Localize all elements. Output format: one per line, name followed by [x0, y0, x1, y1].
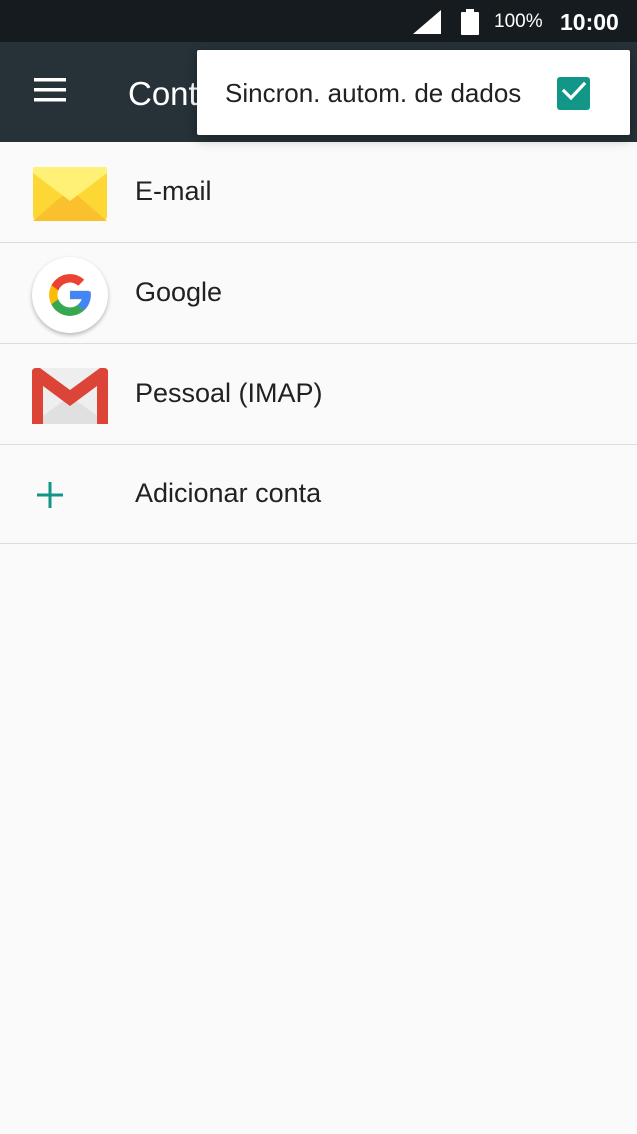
battery-icon: [461, 9, 479, 40]
status-clock: 10:00: [560, 9, 619, 35]
navigation-menu-button[interactable]: [18, 70, 82, 114]
accounts-list: E-mail Google Pessoal (IMAP) Adicionar c…: [0, 142, 637, 544]
plus-icon: [22, 455, 78, 535]
account-label: E-mail: [135, 176, 212, 206]
signal-icon: [413, 10, 441, 39]
auto-sync-label[interactable]: Sincron. autom. de dados: [225, 78, 521, 109]
add-account-label: Adicionar conta: [135, 478, 322, 508]
account-row-email[interactable]: E-mail: [0, 142, 637, 243]
check-icon: [561, 81, 586, 106]
status-bar: 100% 10:00: [0, 0, 637, 42]
account-row-imap[interactable]: Pessoal (IMAP): [0, 344, 637, 445]
account-label: Pessoal (IMAP): [135, 378, 323, 408]
battery-percentage: 100%: [494, 11, 543, 32]
add-account-button[interactable]: Adicionar conta: [0, 445, 637, 544]
account-label: Google: [135, 277, 223, 307]
auto-sync-checkbox[interactable]: [557, 77, 590, 110]
gmail-logo-icon: [30, 356, 110, 436]
google-logo-icon: [32, 257, 108, 333]
overflow-menu: Sincron. autom. de dados: [197, 50, 630, 135]
email-envelope-icon: [30, 154, 110, 234]
account-row-google[interactable]: Google: [0, 243, 637, 344]
hamburger-menu-icon: [34, 77, 66, 107]
